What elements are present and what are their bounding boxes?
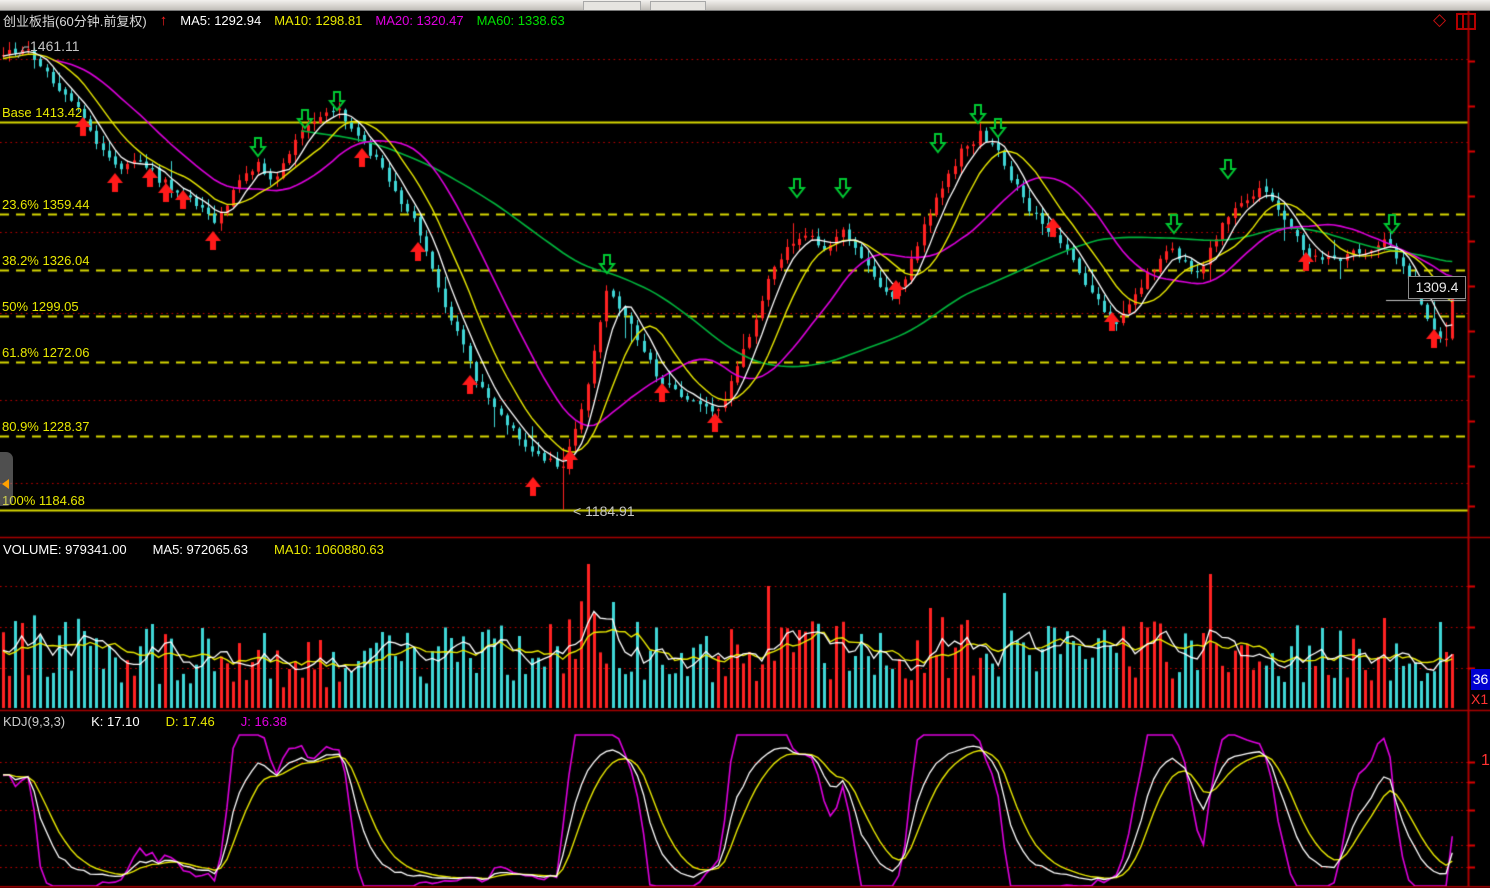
high-price-annotation: 1461.11 (30, 38, 80, 54)
volume-header: VOLUME: 979341.00 MA5: 972065.63 MA10: 106… (3, 541, 397, 558)
kdj-legend-item: J: 16.38 (241, 714, 287, 729)
fib-level-label: Base 1413.42 (2, 105, 82, 120)
last-price-tag: 1309.4 (1408, 276, 1466, 299)
window-titlebar (0, 0, 1490, 11)
symbol-title: 创业板指(60分钟.前复权) (3, 11, 147, 30)
ma-legend-item: MA5: 1292.94 (180, 13, 261, 28)
kdj-header: KDJ(9,3,3) K: 17.10 D: 17.46 J: 16.38 (3, 713, 300, 730)
fib-level-label: 23.6% 1359.44 (2, 197, 89, 212)
left-arrow-icon (2, 479, 9, 489)
ma-legend-item: MA60: 1338.63 (477, 13, 565, 28)
volume-legend-item: MA5: 972065.63 (153, 542, 248, 557)
volume-legend-item: VOLUME: 979341.00 (3, 542, 127, 557)
volume-legend-item: MA10: 1060880.63 (274, 542, 384, 557)
kdj-axis-label: 1 (1481, 752, 1490, 770)
volume-multiplier-label: X1 (1471, 691, 1488, 707)
fib-level-label: 80.9% 1228.37 (2, 419, 89, 434)
split-window-icon[interactable] (1456, 13, 1476, 30)
kdj-legend-item: KDJ(9,3,3) (3, 714, 65, 729)
titlebar-segment (583, 1, 641, 10)
volume-scale-badge: 36 (1471, 669, 1490, 690)
left-nav-handle[interactable] (0, 452, 13, 506)
ma-legend-item: MA10: 1298.81 (274, 13, 362, 28)
main-chart-header: 创业板指(60分钟.前复权) ↑ MA5: 1292.94 MA10: 1298.… (3, 11, 578, 30)
fib-level-label: 100% 1184.68 (2, 493, 85, 508)
fib-level-label: 38.2% 1326.04 (2, 253, 89, 268)
chart-canvas[interactable] (0, 0, 1490, 888)
diamond-icon[interactable]: ◇ (1433, 10, 1446, 29)
up-trend-icon: ↑ (160, 16, 168, 26)
titlebar-segment (650, 1, 706, 10)
kdj-legend-item: D: 17.46 (166, 714, 215, 729)
kdj-legend-item: K: 17.10 (91, 714, 139, 729)
fib-level-label: 61.8% 1272.06 (2, 345, 89, 360)
low-price-annotation: < 1184.91 (573, 503, 635, 519)
ma-legend: MA5: 1292.94 MA10: 1298.81 MA20: 1320.47 MA… (180, 13, 578, 28)
ma-legend-item: MA20: 1320.47 (375, 13, 463, 28)
fib-level-label: 50% 1299.05 (2, 299, 79, 314)
trading-app-window: 创业板指(60分钟.前复权) ↑ MA5: 1292.94 MA10: 1298.… (0, 0, 1490, 888)
